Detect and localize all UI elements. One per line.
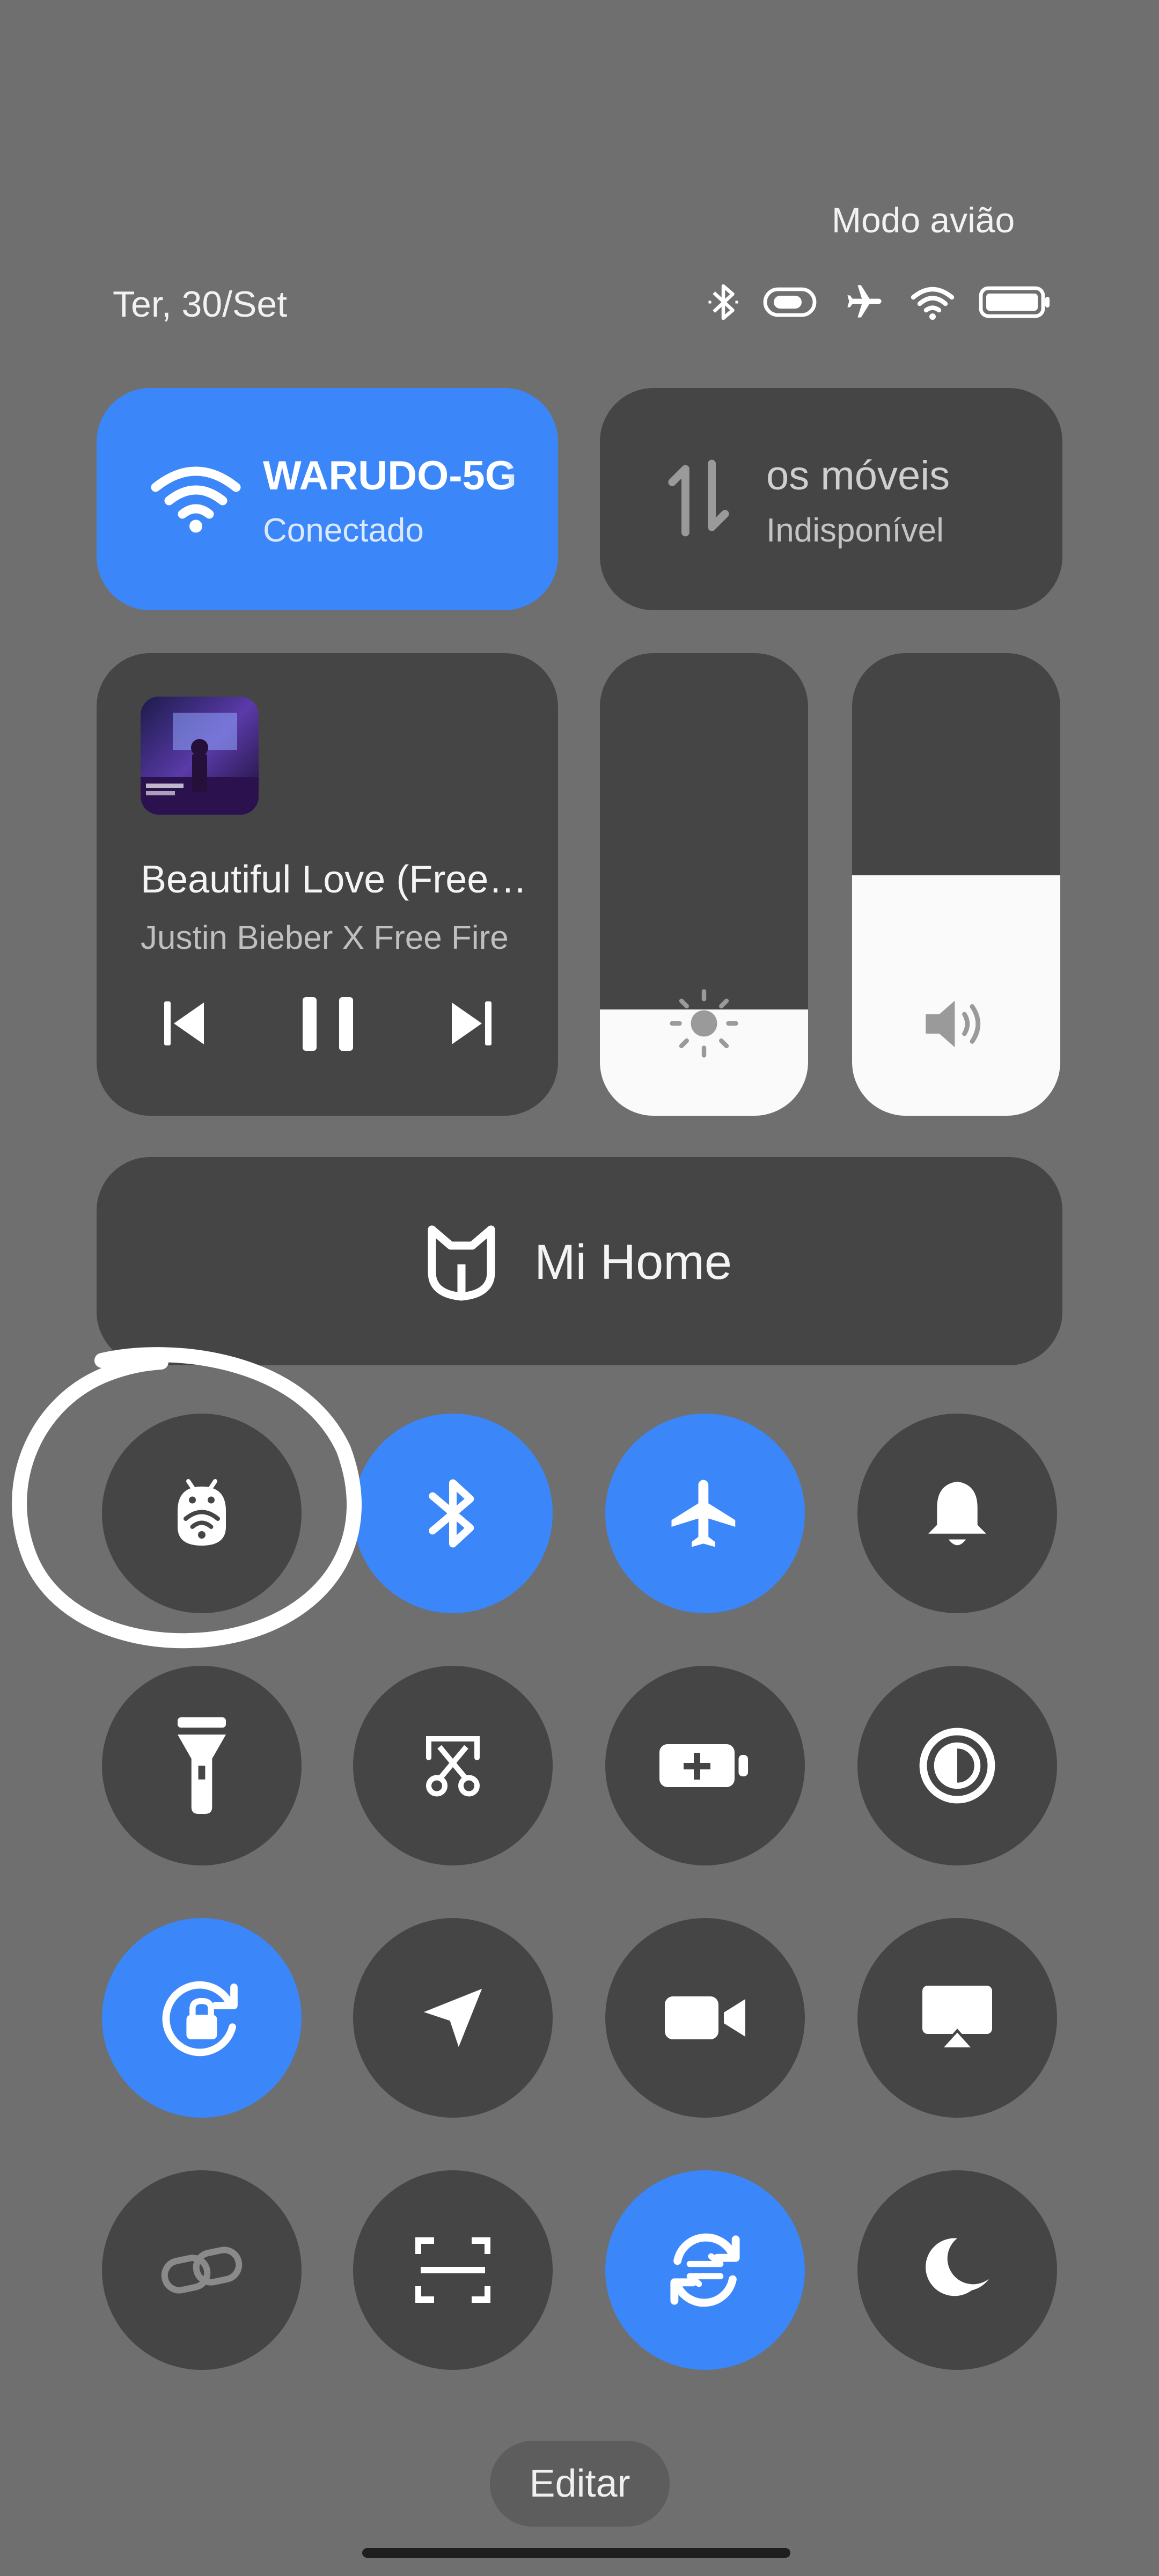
- status-date: Ter, 30/Set: [113, 284, 288, 325]
- speaker-icon: [926, 1000, 980, 1048]
- rotation-lock-icon: [159, 1975, 245, 2061]
- moon-icon: [920, 2233, 995, 2308]
- airplane-mode-toggle[interactable]: [605, 1414, 805, 1613]
- location-toggle[interactable]: [353, 1918, 553, 2118]
- link-toggle[interactable]: [102, 2170, 302, 2370]
- airplane-icon: [665, 1473, 745, 1554]
- screenshot-toggle[interactable]: [353, 1666, 553, 1865]
- scissors-icon: [418, 1731, 488, 1801]
- volume-slider[interactable]: [852, 653, 1060, 1116]
- wifi-icon: [151, 466, 241, 533]
- brightness-slider[interactable]: [600, 653, 808, 1116]
- mobile-data-status: Indisponível: [766, 512, 944, 549]
- flashlight-toggle[interactable]: [102, 1666, 302, 1865]
- bluetooth-icon: [423, 1476, 482, 1551]
- cast-icon: [922, 1986, 992, 2050]
- pause-icon[interactable]: [300, 996, 355, 1052]
- mi-home-label: Mi Home: [534, 1235, 732, 1290]
- contrast-icon: [917, 1725, 997, 1806]
- rotation-lock-toggle[interactable]: [102, 1918, 302, 2118]
- wifi-icon: [911, 287, 955, 320]
- airplane-icon: [847, 285, 882, 318]
- status-icons: [707, 279, 1052, 325]
- mobile-data-title: os móveis: [766, 453, 950, 499]
- video-camera-icon: [665, 1991, 745, 2045]
- battery-plus-icon: [659, 1739, 751, 1792]
- location-arrow-icon: [418, 1983, 488, 2053]
- scan-icon: [415, 2235, 490, 2305]
- mobile-data-tile[interactable]: os móveis Indisponível: [600, 388, 1062, 610]
- song-title: Beautiful Love (Free…: [141, 858, 527, 901]
- sound-toggle[interactable]: [857, 1414, 1057, 1613]
- flashlight-icon: [178, 1717, 226, 1814]
- android-wifi-icon: [172, 1479, 231, 1548]
- next-icon[interactable]: [452, 999, 492, 1048]
- wifi-status: Conectado: [263, 512, 424, 549]
- sync-icon: [662, 2227, 748, 2313]
- home-indicator[interactable]: [362, 2548, 790, 2558]
- wifi-network-name: WARUDO-5G: [263, 453, 517, 499]
- bluetooth-icon: [708, 284, 738, 320]
- edit-button[interactable]: Editar: [490, 2441, 670, 2527]
- sun-icon: [670, 989, 738, 1058]
- reading-mode-toggle[interactable]: [857, 1666, 1057, 1865]
- mi-home-icon: [428, 1225, 495, 1301]
- status-mode-text: Modo avião: [832, 200, 1015, 240]
- cast-toggle[interactable]: [857, 1918, 1057, 2118]
- scanner-toggle[interactable]: [353, 2170, 553, 2370]
- sync-toggle[interactable]: [605, 2170, 805, 2370]
- bluetooth-toggle[interactable]: [353, 1414, 553, 1613]
- android-wifi-toggle[interactable]: [102, 1414, 302, 1613]
- video-toggle[interactable]: [605, 1918, 805, 2118]
- toggle-icon: [763, 287, 817, 317]
- mobile-data-icon: [668, 459, 729, 537]
- album-art: [141, 697, 259, 815]
- bell-icon: [922, 1476, 992, 1551]
- battery-saver-toggle[interactable]: [605, 1666, 805, 1865]
- song-artist: Justin Bieber X Free Fire: [141, 919, 509, 956]
- dark-mode-toggle[interactable]: [857, 2170, 1057, 2370]
- wifi-tile[interactable]: WARUDO-5G Conectado: [97, 388, 558, 610]
- previous-icon[interactable]: [164, 999, 204, 1048]
- link-icon: [159, 2241, 245, 2300]
- battery-icon: [979, 286, 1050, 318]
